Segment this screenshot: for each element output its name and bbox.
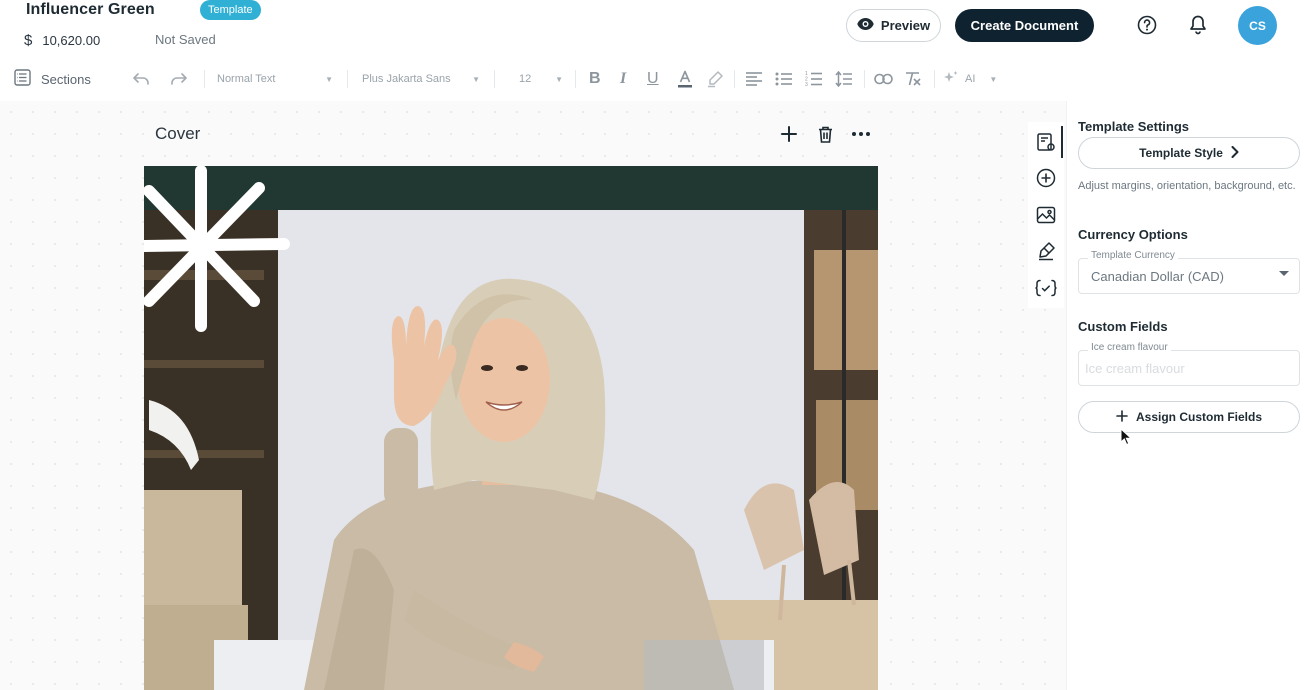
underline-icon[interactable]: U xyxy=(647,58,659,100)
sparkle-icon xyxy=(943,70,959,89)
template-badge: Template xyxy=(200,0,261,20)
eye-icon xyxy=(857,18,874,33)
font-family-select[interactable]: Plus Jakarta Sans ▼ xyxy=(362,58,482,100)
mouse-cursor-icon xyxy=(1120,428,1132,446)
variables-icon[interactable] xyxy=(1034,276,1058,300)
ai-label: AI xyxy=(965,73,976,85)
signature-icon[interactable] xyxy=(1034,239,1058,263)
undo-icon[interactable] xyxy=(132,58,150,100)
chevron-down-icon: ▼ xyxy=(472,74,480,84)
ice-cream-flavour-input[interactable] xyxy=(1085,358,1290,378)
template-currency-select[interactable]: Template Currency Canadian Dollar (CAD) xyxy=(1078,250,1300,294)
toolbar-divider xyxy=(864,70,865,88)
add-block-icon[interactable] xyxy=(1034,166,1058,190)
formatting-toolbar: Sections Normal Text ▼ Plus Jakarta Sans… xyxy=(0,58,1306,100)
template-currency-label: Template Currency xyxy=(1088,250,1178,261)
chevron-down-icon: ▼ xyxy=(989,74,998,84)
clear-format-icon[interactable] xyxy=(904,58,922,100)
user-avatar[interactable]: CS xyxy=(1238,6,1277,45)
document-title[interactable]: Influencer Green xyxy=(26,1,155,19)
chevron-down-icon: ▼ xyxy=(325,74,333,84)
template-style-help: Adjust margins, orientation, background,… xyxy=(1078,180,1296,192)
starburst-graphic xyxy=(144,166,290,332)
currency-options-heading: Currency Options xyxy=(1078,227,1188,242)
toolbar-divider xyxy=(934,70,935,88)
section-title[interactable]: Cover xyxy=(155,124,200,144)
save-status: Not Saved xyxy=(155,32,216,47)
trash-icon[interactable] xyxy=(814,122,836,146)
assign-custom-fields-label: Assign Custom Fields xyxy=(1135,410,1263,424)
toolbar-divider xyxy=(204,70,205,88)
currency-symbol: $ xyxy=(24,32,33,49)
rail-active-indicator xyxy=(1061,126,1063,158)
header-bar: Influencer Green Template $ 10,620.00 No… xyxy=(0,0,1306,56)
redo-icon[interactable] xyxy=(170,58,188,100)
toolbar-divider xyxy=(347,70,348,88)
preview-button[interactable]: Preview xyxy=(846,9,941,42)
align-left-icon[interactable] xyxy=(745,58,763,100)
sections-label: Sections xyxy=(41,71,91,87)
template-style-button[interactable]: Template Style xyxy=(1078,137,1300,169)
ai-assistant-menu[interactable]: AI ▼ xyxy=(943,58,997,100)
preview-label: Preview xyxy=(880,18,931,33)
template-currency-value: Canadian Dollar (CAD) xyxy=(1091,269,1224,284)
text-color-icon[interactable] xyxy=(677,58,693,100)
template-style-label: Template Style xyxy=(1139,146,1223,160)
font-size-select[interactable]: 12 ▼ xyxy=(519,58,565,100)
toolbar-divider xyxy=(734,70,735,88)
add-section-icon[interactable] xyxy=(778,122,800,146)
chevron-down-icon xyxy=(1279,271,1289,276)
amount-value: 10,620.00 xyxy=(42,33,101,48)
highlight-icon[interactable] xyxy=(706,58,724,100)
plus-icon xyxy=(1116,409,1128,425)
toolbar-divider xyxy=(575,70,576,88)
side-rail xyxy=(1028,122,1064,308)
font-family-value: Plus Jakarta Sans xyxy=(362,73,451,85)
chevron-down-icon: ▼ xyxy=(555,74,563,84)
template-settings-icon[interactable] xyxy=(1034,130,1058,154)
template-settings-heading: Template Settings xyxy=(1078,119,1190,134)
custom-field-ice-cream[interactable]: Ice cream flavour xyxy=(1078,342,1300,386)
italic-icon[interactable]: I xyxy=(620,58,626,100)
toolbar-divider xyxy=(494,70,495,88)
custom-fields-heading: Custom Fields xyxy=(1078,319,1168,334)
sections-list-icon xyxy=(14,69,31,89)
line-height-icon[interactable] xyxy=(835,58,853,100)
template-settings-panel: Template Settings Template Style Adjust … xyxy=(1066,101,1306,690)
link-icon[interactable] xyxy=(874,58,893,100)
font-size-value: 12 xyxy=(519,73,532,85)
assign-custom-fields-button[interactable]: Assign Custom Fields xyxy=(1078,401,1300,433)
bold-icon[interactable]: B xyxy=(589,58,601,100)
document-amount: $ 10,620.00 xyxy=(24,32,100,49)
bell-icon[interactable] xyxy=(1187,14,1209,36)
text-style-value: Normal Text xyxy=(217,73,276,85)
create-document-button[interactable]: Create Document xyxy=(955,9,1094,42)
text-style-select[interactable]: Normal Text ▼ xyxy=(217,58,335,100)
bullet-list-icon[interactable] xyxy=(775,58,793,100)
sections-toggle[interactable]: Sections xyxy=(14,58,91,100)
image-icon[interactable] xyxy=(1034,203,1058,227)
chevron-right-icon xyxy=(1231,145,1239,161)
help-circle-icon[interactable] xyxy=(1136,14,1158,36)
more-options-icon[interactable] xyxy=(850,122,872,146)
numbered-list-icon[interactable]: 123 xyxy=(805,58,823,100)
svg-text:3: 3 xyxy=(805,82,808,87)
custom-field-label: Ice cream flavour xyxy=(1088,342,1171,353)
cover-page[interactable] xyxy=(144,166,878,690)
